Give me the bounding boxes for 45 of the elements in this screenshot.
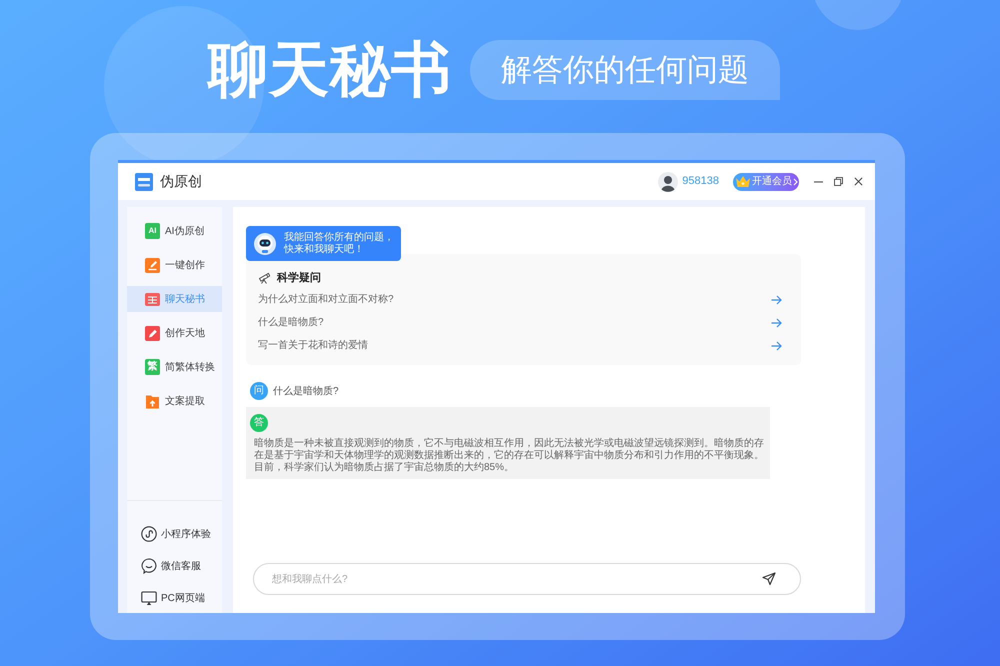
answer-badge: 答 <box>250 414 268 432</box>
restore-icon[interactable] <box>834 177 843 186</box>
suggestion-link[interactable]: 什么是暗物质? <box>258 315 771 330</box>
answer-text: 暗物质是一种未被直接观测到的物质，它不与电磁波相互作用，因此无法被光学或电磁波望远镜探测到。暗物质的存在是基于宇宙学和天体物理学的观测数据推断出来的，它的存在可以解释宇宙中物质分布和引力作用的不平衡现象。目前，科学家们认为暗物质占据了宇宙总物质的大约85%。 <box>254 438 765 474</box>
greeting-text: 我能回答你所有的问题， <box>284 232 394 244</box>
suggestion-link[interactable]: 为什么对立面和对立面不对称? <box>258 292 771 307</box>
chevron-icon <box>793 178 798 186</box>
app-logo-icon <box>135 172 153 190</box>
banner-title: 聊天秘书 <box>208 40 452 100</box>
telescope-icon <box>258 272 270 284</box>
suggestion-link[interactable]: 写一首关于花和诗的爱情 <box>258 338 771 353</box>
notebook-icon <box>145 292 160 306</box>
arrow-right-icon[interactable] <box>771 318 782 328</box>
link-circle-icon <box>141 526 157 542</box>
chat-input-field[interactable]: 想和我聊点什么? <box>253 563 801 595</box>
arrow-right-icon[interactable] <box>771 340 782 350</box>
app-name: 伪原创 <box>160 172 202 191</box>
send-icon[interactable] <box>762 572 776 586</box>
monitor-icon <box>141 590 157 606</box>
avatar-icon[interactable] <box>658 172 678 192</box>
question-badge: 问 <box>250 382 268 400</box>
crown-icon <box>735 175 751 188</box>
user-id: 958138 <box>682 174 719 190</box>
vip-button[interactable]: 开通会员 <box>733 172 799 190</box>
footer-link[interactable]: 小程序体验 <box>127 521 222 547</box>
sidebar-item[interactable]: AI AI伪原创 <box>127 218 222 244</box>
folder-upload-icon <box>145 394 160 408</box>
suggestion-title: 科学疑问 <box>277 270 321 286</box>
smile-bubble-icon <box>141 558 157 574</box>
sidebar-item[interactable]: 创作天地 <box>127 320 222 346</box>
arrow-right-icon[interactable] <box>771 294 782 304</box>
footer-link[interactable]: 微信客服 <box>127 553 222 579</box>
greeting-text: 快来和我聊天吧！ <box>284 244 365 256</box>
robot-avatar-icon <box>254 232 276 254</box>
footer-link[interactable]: PC网页端 <box>127 585 222 611</box>
tagline-pill: 解答你的任何问题 <box>470 40 780 100</box>
document-tile: AI <box>145 223 160 239</box>
sidebar-item[interactable]: 繁 简繁体转换 <box>127 354 222 380</box>
question-text: 什么是暗物质? <box>273 384 339 398</box>
sidebar-item[interactable]: 一键创作 <box>127 252 222 278</box>
pen-tile-icon <box>145 258 160 272</box>
close-icon[interactable] <box>854 177 863 186</box>
sidebar-item[interactable]: 文案提取 <box>127 388 222 414</box>
pencil-tile-icon <box>145 326 160 340</box>
character-tile: 繁 <box>145 359 160 375</box>
